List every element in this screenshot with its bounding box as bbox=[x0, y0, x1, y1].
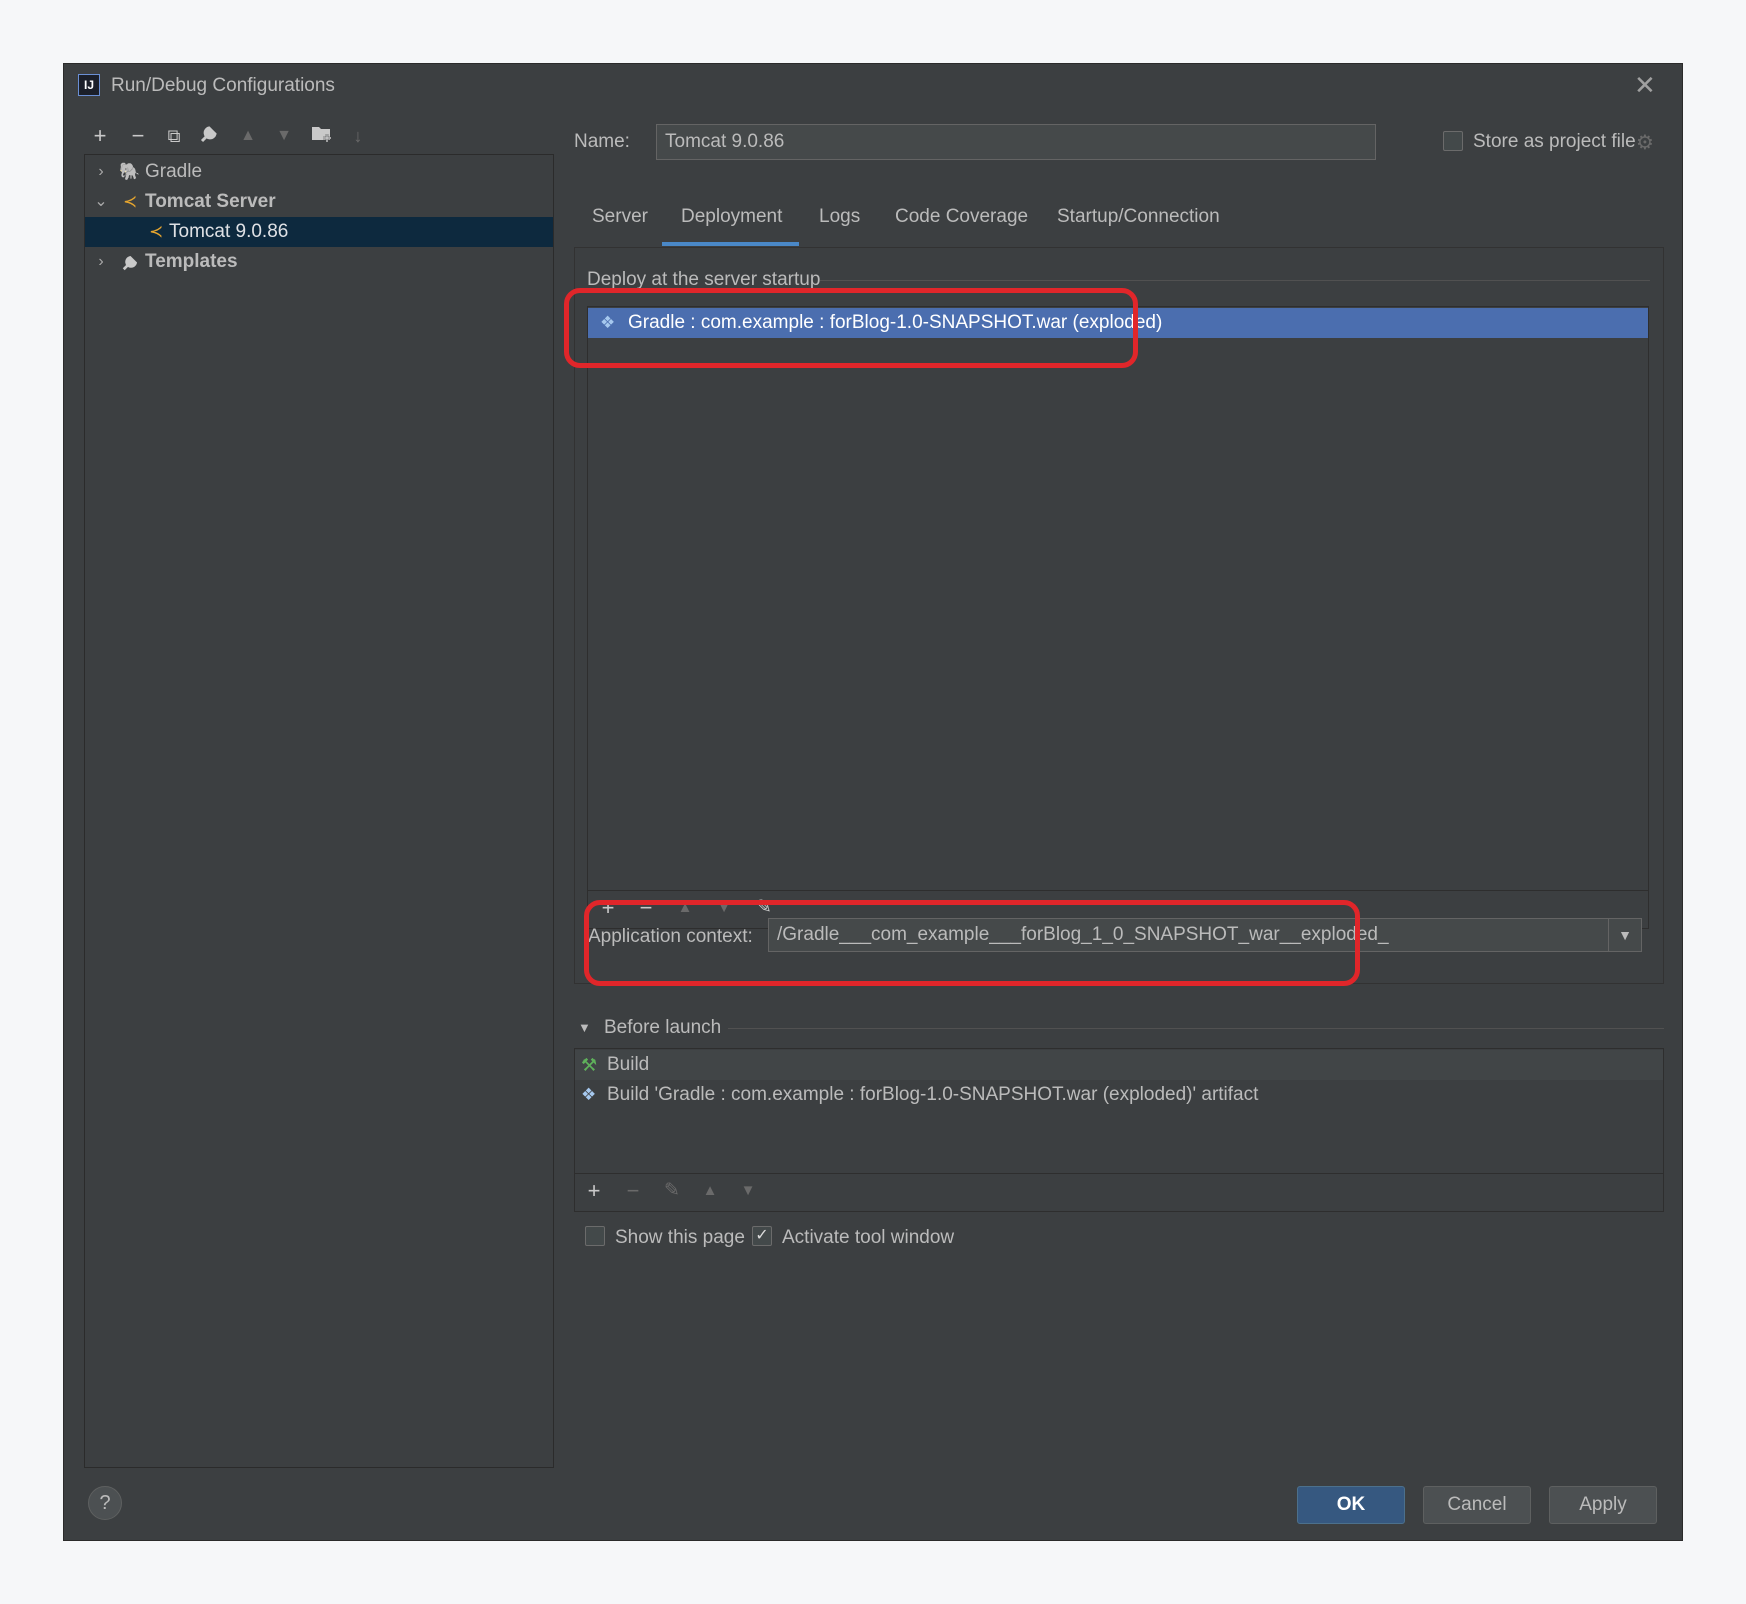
tab-code-coverage[interactable]: Code Coverage bbox=[895, 206, 1028, 228]
chevron-right-icon[interactable]: › bbox=[93, 247, 109, 277]
activate-tool-window-checkbox[interactable]: ✓ bbox=[752, 1226, 772, 1246]
deployment-list[interactable] bbox=[587, 306, 1649, 891]
store-as-project-file-label: Store as project file bbox=[1473, 131, 1636, 152]
new-folder-icon[interactable] bbox=[308, 122, 336, 150]
collapse-triangle-icon[interactable]: ▼ bbox=[578, 1020, 591, 1035]
tab-server[interactable]: Server bbox=[592, 206, 648, 228]
list-item[interactable]: ❖ Build 'Gradle : com.example : forBlog-… bbox=[575, 1080, 1663, 1110]
tree-item-gradle[interactable]: › 🐘 Gradle bbox=[85, 157, 553, 187]
gradle-elephant-icon: 🐘 bbox=[119, 162, 141, 181]
intellij-logo-icon: IJ bbox=[78, 74, 100, 96]
add-icon[interactable]: + bbox=[580, 1177, 608, 1205]
before-launch-item-label: Build bbox=[607, 1054, 650, 1075]
tree-item-label: Tomcat 9.0.86 bbox=[169, 221, 289, 242]
move-down-icon[interactable]: ▼ bbox=[270, 122, 298, 150]
tree-item-tomcat-server[interactable]: ⌄ ≺ Tomcat Server bbox=[85, 187, 553, 217]
before-launch-item-label: Build 'Gradle : com.example : forBlog-1.… bbox=[607, 1084, 1259, 1105]
remove-configuration-icon[interactable]: − bbox=[124, 122, 152, 150]
wrench-icon[interactable] bbox=[196, 122, 224, 150]
chevron-down-icon[interactable]: ⌄ bbox=[93, 187, 109, 217]
close-icon[interactable]: ✕ bbox=[1634, 70, 1656, 101]
edit-icon[interactable]: ✎ bbox=[658, 1177, 686, 1205]
ok-button[interactable]: OK bbox=[1297, 1486, 1405, 1524]
gear-icon[interactable]: ⚙ bbox=[1636, 130, 1654, 155]
tree-item-templates[interactable]: › Templates bbox=[85, 247, 553, 277]
help-button[interactable]: ? bbox=[88, 1486, 122, 1520]
artifact-icon: ❖ bbox=[581, 1085, 597, 1104]
chevron-right-icon[interactable]: › bbox=[93, 157, 109, 187]
section-divider bbox=[728, 1028, 1664, 1029]
tab-logs[interactable]: Logs bbox=[819, 206, 860, 228]
section-divider bbox=[820, 280, 1650, 281]
configurations-tree: › 🐘 Gradle ⌄ ≺ Tomcat Server ≺ Tomcat 9.… bbox=[84, 154, 554, 1468]
hammer-icon: ⚒ bbox=[581, 1055, 598, 1075]
run-debug-configurations-dialog: IJ Run/Debug Configurations ✕ + − ⧉ ▲ ▼ … bbox=[64, 64, 1682, 1540]
move-up-icon[interactable]: ▲ bbox=[234, 122, 262, 150]
copy-configuration-icon[interactable]: ⧉ bbox=[160, 122, 188, 150]
show-this-page-checkbox[interactable] bbox=[585, 1226, 605, 1246]
apply-button[interactable]: Apply bbox=[1549, 1486, 1657, 1524]
active-tab-indicator bbox=[662, 242, 799, 246]
before-launch-title: Before launch bbox=[604, 1017, 722, 1038]
move-down-icon[interactable]: ▼ bbox=[734, 1177, 762, 1205]
tree-item-label: Tomcat Server bbox=[145, 191, 276, 212]
move-up-icon[interactable]: ▲ bbox=[696, 1177, 724, 1205]
show-this-page-label: Show this page bbox=[615, 1227, 745, 1248]
highlight-deployment-item bbox=[564, 288, 1138, 368]
tree-item-tomcat-9-0-86[interactable]: ≺ Tomcat 9.0.86 bbox=[85, 217, 553, 247]
remove-icon[interactable]: − bbox=[619, 1177, 647, 1205]
tree-item-label: Gradle bbox=[145, 161, 203, 182]
tomcat-icon: ≺ bbox=[149, 222, 164, 241]
cancel-button[interactable]: Cancel bbox=[1423, 1486, 1531, 1524]
add-configuration-icon[interactable]: + bbox=[86, 122, 114, 150]
highlight-application-context bbox=[584, 900, 1360, 986]
name-label: Name: bbox=[574, 131, 630, 152]
tab-deployment[interactable]: Deployment bbox=[681, 206, 782, 228]
dialog-title: Run/Debug Configurations bbox=[111, 75, 335, 96]
store-as-project-file-checkbox[interactable] bbox=[1443, 131, 1463, 151]
name-input[interactable]: Tomcat 9.0.86 bbox=[656, 124, 1376, 160]
activate-tool-window-label: Activate tool window bbox=[782, 1227, 955, 1248]
list-item[interactable]: ⚒ Build bbox=[575, 1050, 1663, 1080]
tree-item-label: Templates bbox=[145, 251, 238, 272]
sort-icon[interactable]: ↓ bbox=[344, 122, 372, 150]
tomcat-icon: ≺ bbox=[123, 192, 138, 211]
chevron-down-icon[interactable]: ▼ bbox=[1608, 918, 1642, 952]
wrench-icon bbox=[121, 252, 141, 282]
tab-startup-connection[interactable]: Startup/Connection bbox=[1057, 206, 1220, 228]
